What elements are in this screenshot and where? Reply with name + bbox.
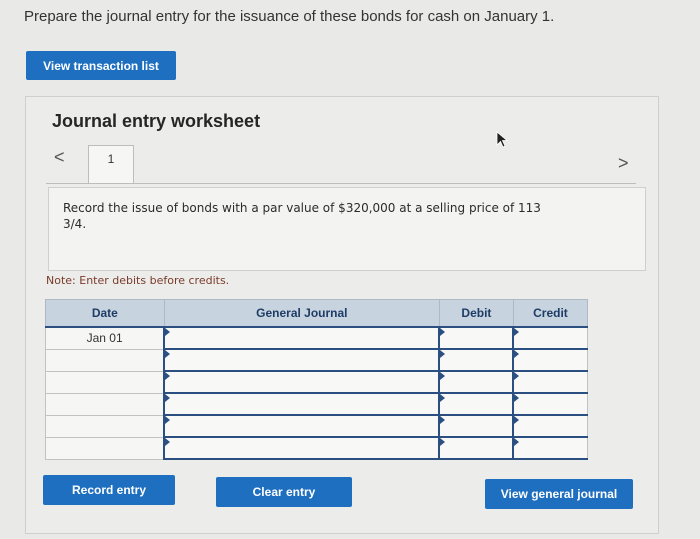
journal-input[interactable] [163,414,440,438]
worksheet-title: Journal entry worksheet [52,111,261,131]
debit-input[interactable] [438,414,514,438]
credit-input[interactable] [512,348,589,372]
tab-entry-1[interactable]: 1 [88,145,134,184]
header-general-journal: General Journal [163,299,440,328]
table-header-row: Date General Journal Debit Credit [45,299,589,328]
table-row [45,370,589,394]
table-row [45,392,589,416]
date-cell [45,370,165,394]
credit-input[interactable] [512,392,589,416]
date-cell [45,436,165,460]
journal-table: Date General Journal Debit Credit Jan 01 [45,299,589,460]
question-text: Prepare the journal entry for the issuan… [24,8,555,25]
date-cell: Jan 01 [45,326,165,350]
debit-input[interactable] [438,436,514,460]
instruction-text: Record the issue of bonds with a par val… [63,201,541,231]
tab-divider [46,183,636,184]
instruction-box: Record the issue of bonds with a par val… [48,187,646,271]
cursor-icon [496,131,509,148]
debit-input[interactable] [438,392,514,416]
journal-entry-worksheet: Journal entry worksheet < 1 > Record the… [25,96,659,534]
debit-input[interactable] [438,326,514,350]
header-debit: Debit [438,299,514,328]
header-credit: Credit [512,299,589,328]
credit-input[interactable] [512,414,589,438]
table-row [45,348,589,372]
journal-input[interactable] [163,436,440,460]
table-row [45,436,589,460]
journal-input[interactable] [163,348,440,372]
journal-input[interactable] [163,392,440,416]
table-row [45,414,589,438]
credit-input[interactable] [512,436,589,460]
debit-input[interactable] [438,348,514,372]
journal-input[interactable] [163,326,440,350]
debit-input[interactable] [438,370,514,394]
table-row: Jan 01 [45,326,589,350]
view-general-journal-button[interactable]: View general journal [485,479,633,509]
journal-input[interactable] [163,370,440,394]
date-cell [45,392,165,416]
note-text: Note: Enter debits before credits. [46,274,230,287]
credit-input[interactable] [512,370,589,394]
header-date: Date [45,299,165,328]
chevron-right-icon[interactable]: > [618,153,629,174]
credit-input[interactable] [512,326,589,350]
date-cell [45,348,165,372]
chevron-left-icon[interactable]: < [54,147,65,168]
record-entry-button[interactable]: Record entry [43,475,175,505]
view-transaction-list-button[interactable]: View transaction list [26,51,176,80]
date-cell [45,414,165,438]
clear-entry-button[interactable]: Clear entry [216,477,352,507]
